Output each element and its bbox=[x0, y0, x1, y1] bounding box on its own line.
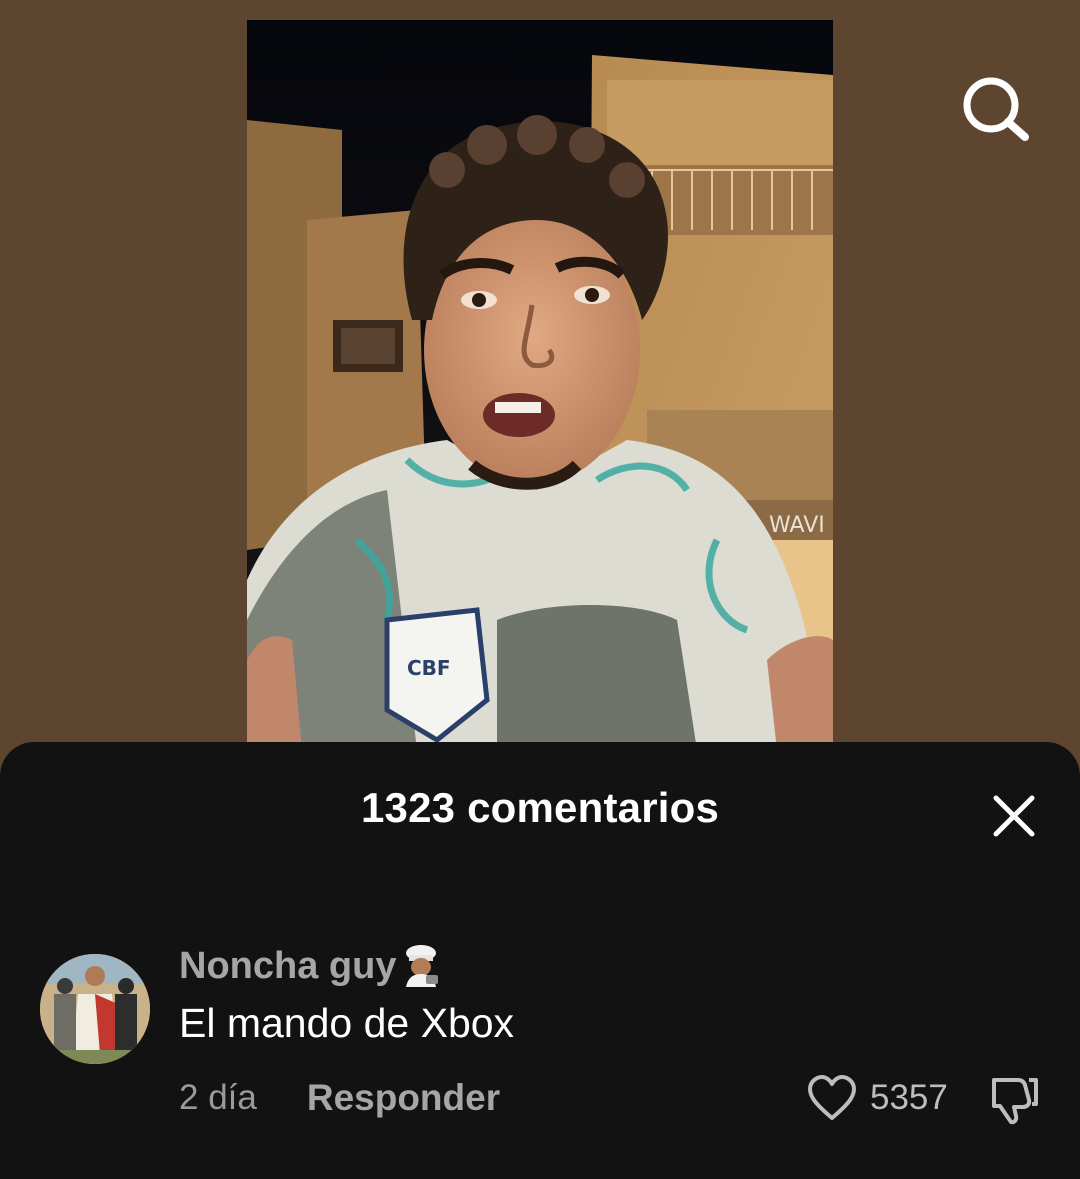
chef-emoji-icon bbox=[406, 945, 439, 987]
close-icon bbox=[993, 795, 1035, 837]
search-button[interactable] bbox=[958, 74, 1034, 144]
search-icon bbox=[963, 77, 1029, 141]
shop-sign-text: WAVI bbox=[769, 513, 825, 538]
video-frame-image: WAVI CBF bbox=[247, 20, 833, 750]
dislike-button[interactable] bbox=[988, 1074, 1042, 1126]
jersey-badge-text: CBF bbox=[407, 656, 451, 680]
comments-sheet: 1323 comentarios Noncha guy El mando de … bbox=[0, 742, 1080, 1179]
avatar[interactable] bbox=[40, 954, 150, 1064]
comment-author-row: Noncha guy bbox=[179, 942, 444, 990]
avatar-image bbox=[40, 954, 150, 1064]
reply-button[interactable]: Responder bbox=[307, 1077, 500, 1119]
like-count: 5357 bbox=[870, 1078, 948, 1117]
app-screen: WAVI CBF 1323 comentarios Noncha guy El … bbox=[0, 0, 1080, 1179]
comment-username[interactable]: Noncha guy bbox=[179, 945, 396, 988]
heart-icon bbox=[808, 1075, 856, 1120]
comment-item: Noncha guy El mando de Xbox 2 día Respon… bbox=[0, 940, 1080, 1140]
video-player[interactable]: WAVI CBF bbox=[247, 20, 833, 750]
like-button[interactable]: 5357 bbox=[806, 1074, 948, 1122]
comment-text: El mando de Xbox bbox=[179, 1000, 515, 1046]
comment-meta-row: 2 día Responder bbox=[179, 1076, 500, 1120]
comment-date: 2 día bbox=[179, 1078, 257, 1117]
thumbs-down-icon bbox=[992, 1078, 1038, 1125]
chef-emoji bbox=[398, 943, 444, 989]
comments-count-title: 1323 comentarios bbox=[360, 784, 720, 831]
close-comments-button[interactable] bbox=[990, 792, 1038, 840]
